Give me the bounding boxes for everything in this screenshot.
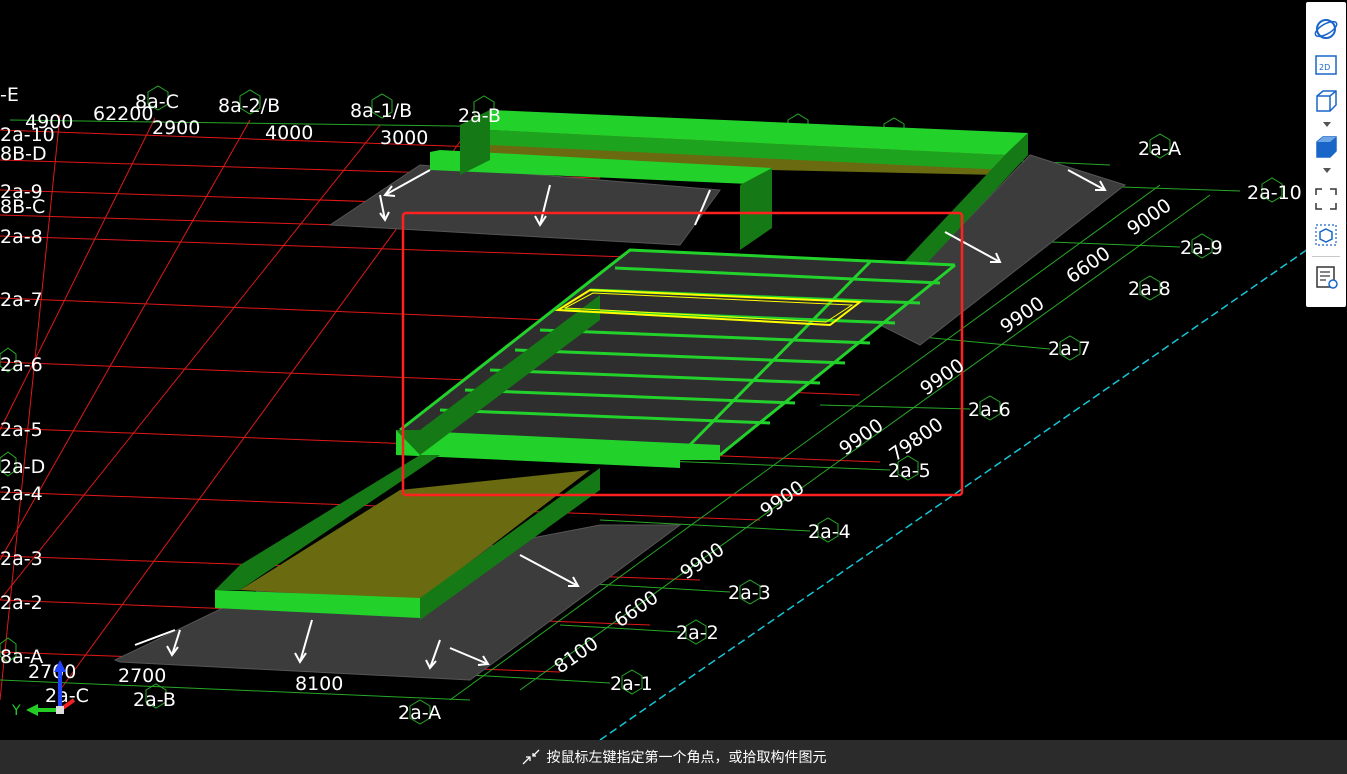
axis-label: 2a-8 bbox=[1128, 278, 1171, 300]
dimension-label: 3000 bbox=[380, 127, 428, 149]
orbit-icon[interactable] bbox=[1310, 14, 1342, 44]
dimension-label: 6600 bbox=[1062, 242, 1114, 288]
pick-cursor-icon bbox=[521, 748, 541, 766]
axis-label: 2a-3 bbox=[728, 582, 771, 604]
dimension-label: 8100 bbox=[550, 632, 602, 678]
axis-label: 2a-5 bbox=[888, 460, 931, 482]
axis-label: 8a-2/B bbox=[218, 95, 280, 117]
3d-view-icon[interactable] bbox=[1310, 86, 1342, 116]
chevron-down-icon[interactable] bbox=[1323, 168, 1331, 173]
dimension-label: 2700 bbox=[28, 661, 76, 683]
view-toolbar: 2D bbox=[1306, 2, 1346, 307]
axis-label: 2a-5 bbox=[0, 419, 43, 441]
dimension-label: 2700 bbox=[118, 665, 166, 687]
status-hint-text: 按鼠标左键指定第一个角点，或拾取构件图元 bbox=[546, 750, 827, 766]
axis-label: 2a-2 bbox=[0, 592, 43, 614]
axis-label: 2a-6 bbox=[0, 354, 43, 376]
dimension-label: 2900 bbox=[152, 117, 200, 139]
axis-label: 2a-1 bbox=[610, 673, 653, 695]
chevron-down-icon[interactable] bbox=[1323, 122, 1331, 127]
axis-label: 2a-D bbox=[0, 456, 45, 478]
zoom-extents-icon[interactable] bbox=[1310, 184, 1342, 214]
axis-label: 8a-1/B bbox=[350, 100, 412, 122]
dimension-label: 9900 bbox=[996, 292, 1048, 338]
dimension-label: 9900 bbox=[916, 354, 968, 400]
bottom-axis-labels: 2a-C 2a-B 2a-A bbox=[45, 685, 441, 724]
2d-label: 2D bbox=[1319, 63, 1330, 72]
box-select-icon[interactable] bbox=[1310, 220, 1342, 250]
2d-view-icon[interactable]: 2D bbox=[1310, 50, 1342, 80]
y-axis-label: Y bbox=[11, 703, 21, 719]
axis-label: 2a-3 bbox=[0, 548, 43, 570]
dimension-label: 9900 bbox=[676, 538, 728, 584]
axis-label: 2a-B bbox=[133, 689, 176, 711]
axis-label: 8B-C bbox=[0, 196, 45, 218]
axis-label: 2a-7 bbox=[1048, 338, 1091, 360]
axis-label: 2a-A bbox=[398, 702, 441, 724]
axis-label: 2a-2 bbox=[676, 622, 719, 644]
axis-label: 2a-9 bbox=[1180, 237, 1223, 259]
dimension-label: 9900 bbox=[835, 414, 887, 460]
axis-label: 8B-D bbox=[0, 143, 47, 165]
axis-label: 2a-B bbox=[458, 105, 501, 127]
axis-label: 2a-A bbox=[1138, 138, 1181, 160]
dimension-label: 4000 bbox=[265, 122, 313, 144]
dimension-label: 8100 bbox=[295, 673, 343, 695]
properties-icon[interactable] bbox=[1310, 262, 1342, 292]
axis-label: 2a-6 bbox=[968, 399, 1011, 421]
axis-label: 2a-8 bbox=[0, 226, 43, 248]
dimension-label: 9000 bbox=[1123, 194, 1175, 240]
axis-label: 2a-10 bbox=[1247, 182, 1302, 204]
solid-view-icon[interactable] bbox=[1310, 132, 1342, 162]
axis-label: 2a-4 bbox=[808, 521, 851, 543]
dimension-label: 4900 bbox=[25, 111, 73, 133]
status-bar: 按鼠标左键指定第一个角点，或拾取构件图元 bbox=[0, 740, 1347, 774]
axis-label: 2a-7 bbox=[0, 289, 43, 311]
dimension-label: 62200 bbox=[93, 103, 153, 125]
axis-label: 2a-4 bbox=[0, 483, 43, 505]
dimension-label: 9900 bbox=[756, 476, 808, 522]
axis-label: -E bbox=[0, 84, 19, 106]
dimension-label: 6600 bbox=[610, 586, 662, 632]
3d-viewport[interactable]: -E 2a-10 8B-D 2a-9 8B-C 2a-8 2a-7 2a-6 2… bbox=[0, 0, 1347, 740]
